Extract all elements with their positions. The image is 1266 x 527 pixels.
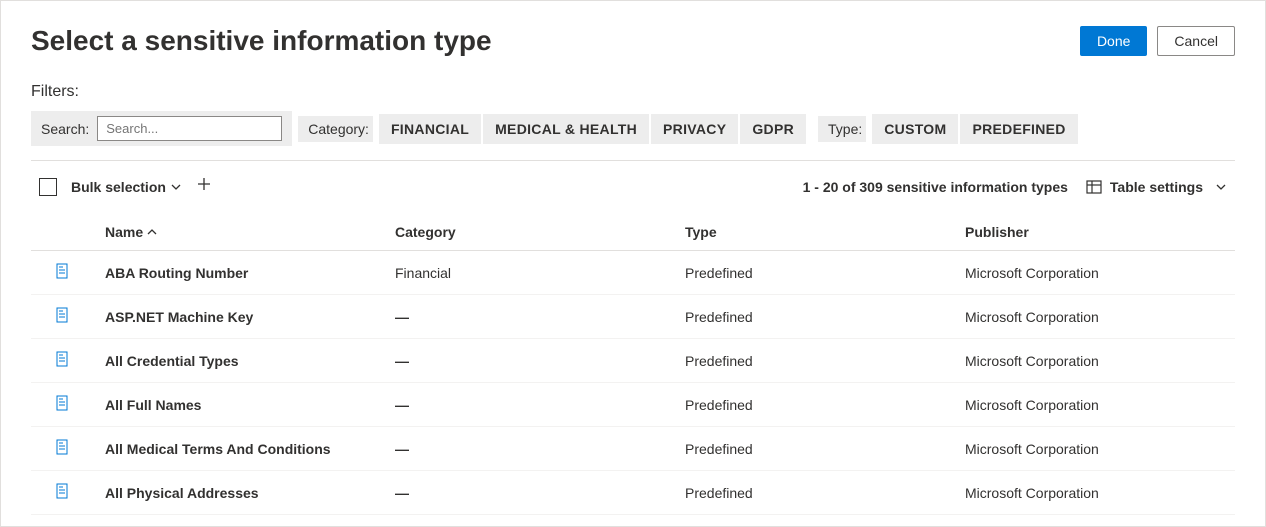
document-icon: [54, 398, 70, 414]
done-button[interactable]: Done: [1080, 26, 1147, 56]
row-type: Predefined: [673, 295, 953, 339]
document-icon: [54, 486, 70, 502]
row-type: Predefined: [673, 427, 953, 471]
row-category: —: [383, 427, 673, 471]
type-pills: CUSTOM PREDEFINED: [872, 114, 1077, 144]
row-icon-cell: [31, 295, 93, 339]
table-header-row: Name Category Type Publisher: [31, 214, 1235, 251]
toolbar: Bulk selection 1 - 20 of 309 sensitive i…: [31, 169, 1235, 204]
header: Select a sensitive information type Done…: [31, 25, 1235, 57]
row-type: Predefined: [673, 471, 953, 515]
filters-label: Filters:: [31, 83, 1235, 101]
row-publisher: Microsoft Corporation: [953, 383, 1235, 427]
divider: [31, 160, 1235, 161]
category-pill-medical[interactable]: MEDICAL & HEALTH: [483, 114, 649, 144]
table-row[interactable]: ASP.NET Machine Key—PredefinedMicrosoft …: [31, 295, 1235, 339]
table-settings-button[interactable]: Table settings: [1086, 179, 1227, 195]
row-icon-cell: [31, 251, 93, 295]
toolbar-left: Bulk selection: [39, 175, 212, 198]
document-icon: [54, 354, 70, 370]
cancel-button[interactable]: Cancel: [1157, 26, 1235, 56]
row-name[interactable]: All Credential Types: [93, 339, 383, 383]
row-name[interactable]: ASP.NET Machine Key: [93, 295, 383, 339]
header-buttons: Done Cancel: [1080, 26, 1235, 56]
table-row[interactable]: ABA Routing NumberFinancialPredefinedMic…: [31, 251, 1235, 295]
type-pill-predefined[interactable]: PREDEFINED: [960, 114, 1077, 144]
row-publisher: Microsoft Corporation: [953, 295, 1235, 339]
table-row[interactable]: All Credential Types—PredefinedMicrosoft…: [31, 339, 1235, 383]
bulk-selection-dropdown[interactable]: Bulk selection: [71, 179, 182, 195]
bulk-checkbox[interactable]: [39, 178, 57, 196]
type-column-header[interactable]: Type: [673, 214, 953, 251]
row-category: —: [383, 383, 673, 427]
type-pill-custom[interactable]: CUSTOM: [872, 114, 958, 144]
bulk-selection-label: Bulk selection: [71, 179, 166, 195]
page-title: Select a sensitive information type: [31, 25, 492, 57]
add-button[interactable]: [196, 175, 212, 198]
category-filter-group: Category:: [298, 116, 373, 142]
result-count: 1 - 20 of 309 sensitive information type…: [803, 179, 1068, 195]
table-settings-icon: [1086, 179, 1102, 195]
row-name[interactable]: All Physical Addresses: [93, 471, 383, 515]
row-category: —: [383, 295, 673, 339]
name-column-label: Name: [105, 224, 143, 240]
row-icon-cell: [31, 471, 93, 515]
row-name[interactable]: All Full Names: [93, 383, 383, 427]
row-icon-cell: [31, 383, 93, 427]
document-icon: [54, 310, 70, 326]
row-publisher: Microsoft Corporation: [953, 471, 1235, 515]
filters-row: Search: Category: FINANCIAL MEDICAL & HE…: [31, 111, 1235, 146]
table-row[interactable]: All Physical Addresses—PredefinedMicroso…: [31, 471, 1235, 515]
dialog-panel: Select a sensitive information type Done…: [0, 0, 1266, 527]
row-category: —: [383, 339, 673, 383]
toolbar-right: 1 - 20 of 309 sensitive information type…: [803, 179, 1227, 195]
chevron-down-icon: [1215, 181, 1227, 193]
search-filter-group: Search:: [31, 111, 292, 146]
row-category: —: [383, 471, 673, 515]
category-pill-gdpr[interactable]: GDPR: [740, 114, 806, 144]
row-type: Predefined: [673, 251, 953, 295]
publisher-column-header[interactable]: Publisher: [953, 214, 1235, 251]
table-settings-label: Table settings: [1110, 179, 1203, 195]
category-pill-privacy[interactable]: PRIVACY: [651, 114, 738, 144]
row-type: Predefined: [673, 339, 953, 383]
row-publisher: Microsoft Corporation: [953, 251, 1235, 295]
row-icon-cell: [31, 427, 93, 471]
row-type: Predefined: [673, 383, 953, 427]
row-icon-cell: [31, 339, 93, 383]
type-filter-group: Type:: [818, 116, 866, 142]
table-row[interactable]: All Full Names—PredefinedMicrosoft Corpo…: [31, 383, 1235, 427]
category-pills: FINANCIAL MEDICAL & HEALTH PRIVACY GDPR: [379, 114, 806, 144]
category-pill-financial[interactable]: FINANCIAL: [379, 114, 481, 144]
search-label: Search:: [41, 121, 89, 137]
row-name[interactable]: ABA Routing Number: [93, 251, 383, 295]
category-column-header[interactable]: Category: [383, 214, 673, 251]
row-name[interactable]: All Medical Terms And Conditions: [93, 427, 383, 471]
type-label: Type:: [828, 121, 862, 137]
icon-column-header: [31, 214, 93, 251]
category-label: Category:: [308, 121, 369, 137]
search-input[interactable]: [97, 116, 282, 141]
document-icon: [54, 266, 70, 282]
row-category: Financial: [383, 251, 673, 295]
row-publisher: Microsoft Corporation: [953, 339, 1235, 383]
document-icon: [54, 442, 70, 458]
row-publisher: Microsoft Corporation: [953, 427, 1235, 471]
results-table: Name Category Type Publisher ABA Routing…: [31, 214, 1235, 515]
chevron-down-icon: [170, 181, 182, 193]
sort-asc-icon: [147, 227, 157, 237]
name-column-header[interactable]: Name: [93, 214, 383, 251]
table-row[interactable]: All Medical Terms And Conditions—Predefi…: [31, 427, 1235, 471]
